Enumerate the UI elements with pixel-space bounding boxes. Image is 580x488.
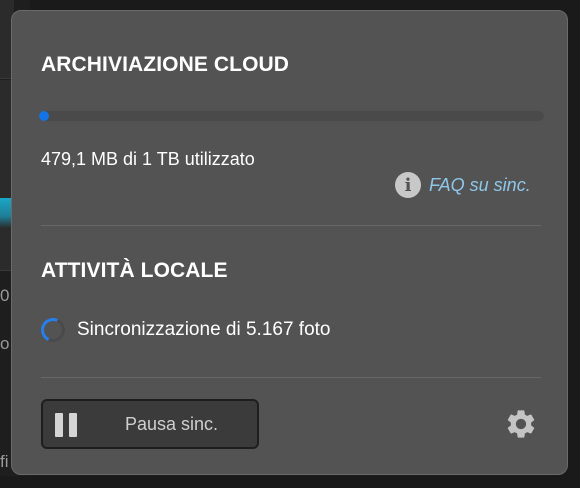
section-divider	[41, 225, 541, 226]
loading-spinner-icon	[37, 314, 69, 346]
pause-sync-button[interactable]: Pausa sinc.	[41, 399, 259, 449]
sync-faq-link[interactable]: i FAQ su sinc.	[395, 172, 531, 198]
cloud-storage-title: ARCHIVIAZIONE CLOUD	[41, 53, 290, 76]
background-text: o	[0, 334, 10, 353]
storage-progress-fill	[39, 111, 49, 121]
background-text: fi	[0, 452, 9, 471]
pause-sync-label: Pausa sinc.	[125, 414, 219, 434]
faq-link-label: FAQ su sinc.	[429, 174, 531, 195]
info-circle-icon: i	[395, 172, 421, 198]
storage-progress-bar	[39, 111, 544, 121]
background-bottom	[0, 476, 580, 488]
background-text: 0	[0, 286, 10, 305]
section-divider	[41, 377, 541, 378]
gear-icon[interactable]	[504, 407, 538, 441]
local-activity-title: ATTIVITÀ LOCALE	[41, 259, 228, 282]
pause-icon	[55, 413, 79, 437]
sync-status-popup: ARCHIVIAZIONE CLOUD 479,1 MB di 1 TB uti…	[11, 10, 568, 475]
storage-usage-text: 479,1 MB di 1 TB utilizzato	[41, 149, 255, 169]
sync-status-row: Sincronizzazione di 5.167 foto	[37, 314, 331, 346]
sync-status-text: Sincronizzazione di 5.167 foto	[77, 319, 331, 340]
